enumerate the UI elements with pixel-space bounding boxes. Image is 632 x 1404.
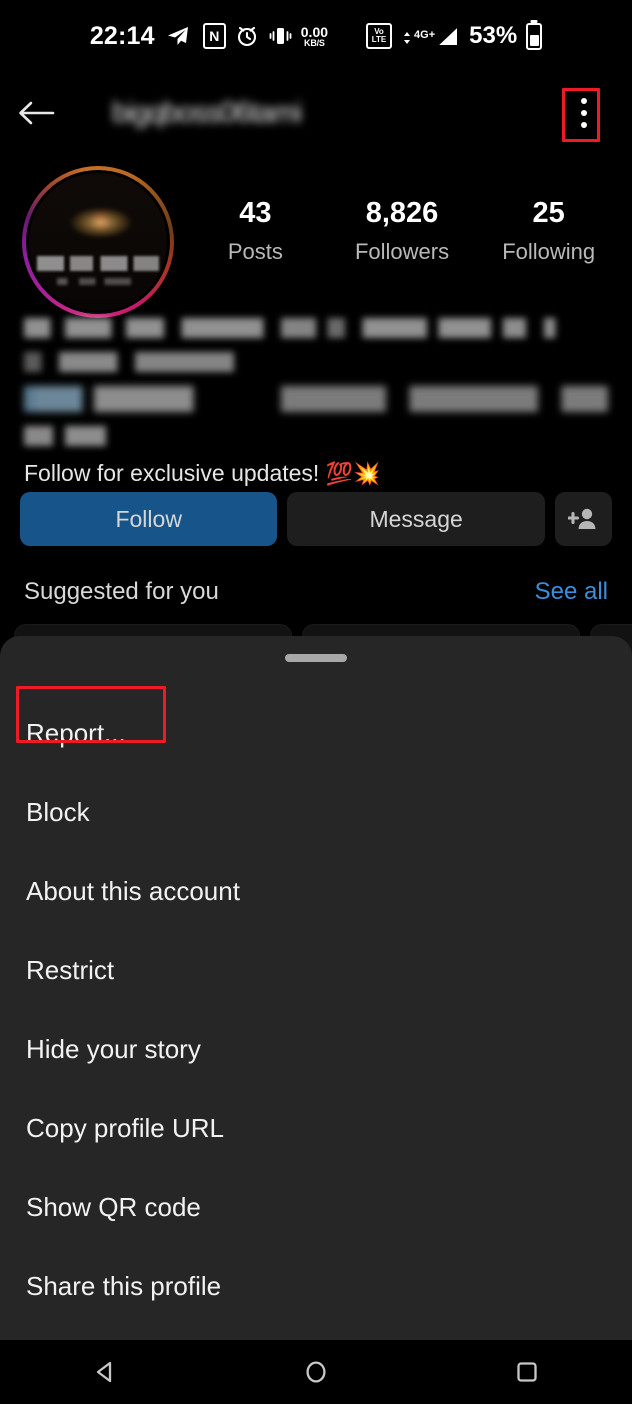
avatar-photo bbox=[29, 173, 167, 311]
vibrate-icon bbox=[268, 25, 292, 47]
status-bar-left-icons: N 0.00 KB/S bbox=[202, 23, 328, 49]
followers-count: 8,826 bbox=[365, 197, 439, 229]
more-dot bbox=[581, 98, 587, 104]
avatar[interactable] bbox=[22, 166, 174, 318]
bio-blurred-line bbox=[24, 318, 608, 338]
profile-bio: Follow for exclusive updates! 💯💥 bbox=[24, 318, 608, 487]
volte-bottom-label: LTE bbox=[371, 35, 387, 44]
profile-stats: 43 Posts 8,826 Followers 25 Following bbox=[182, 197, 622, 265]
see-all-link[interactable]: See all bbox=[535, 578, 608, 606]
avatar-blurred-text bbox=[37, 255, 159, 271]
battery-percent-label: 53% bbox=[469, 22, 518, 49]
telegram-icon bbox=[165, 24, 191, 48]
profile-header: 43 Posts 8,826 Followers 25 Following bbox=[0, 166, 632, 318]
suggested-for-you-title: Suggested for you bbox=[24, 578, 219, 605]
menu-item-block[interactable]: Block bbox=[0, 773, 632, 852]
alarm-icon bbox=[235, 24, 259, 48]
add-person-icon bbox=[568, 508, 596, 529]
menu-item-show-qr-code[interactable]: Show QR code bbox=[0, 1168, 632, 1247]
more-dot bbox=[581, 110, 587, 116]
followers-label: Followers bbox=[354, 238, 450, 264]
following-count: 25 bbox=[532, 197, 565, 229]
volte-icon: Vo LTE bbox=[366, 23, 393, 49]
menu-item-hide-your-story[interactable]: Hide your story bbox=[0, 1010, 632, 1089]
stat-followers[interactable]: 8,826 Followers bbox=[329, 197, 476, 265]
back-button[interactable] bbox=[0, 72, 72, 154]
phone-screen: 22:14 N 0.00 KB/S Vo LTE 4G+ 53% bigqbos… bbox=[0, 0, 632, 1404]
bio-blurred-line bbox=[24, 426, 608, 446]
status-bar: 22:14 N 0.00 KB/S Vo LTE 4G+ 53% bbox=[0, 0, 632, 72]
bottom-sheet-drag-handle[interactable] bbox=[285, 654, 347, 662]
nav-home-circle-icon bbox=[306, 1361, 326, 1383]
nav-home-button[interactable] bbox=[266, 1340, 366, 1404]
nav-recents-square-icon bbox=[516, 1362, 537, 1382]
status-bar-clock: 22:14 bbox=[89, 21, 155, 50]
options-menu-list: Report... Block About this account Restr… bbox=[0, 694, 632, 1326]
more-options-button[interactable] bbox=[552, 72, 616, 154]
data-rate-value: 0.00 bbox=[300, 23, 329, 40]
avatar-image-frame bbox=[26, 170, 170, 314]
stat-following[interactable]: 25 Following bbox=[475, 197, 622, 265]
suggested-for-you-header: Suggested for you See all bbox=[24, 578, 608, 606]
arrow-left-icon bbox=[19, 101, 55, 125]
data-rate-unit: KB/S bbox=[304, 37, 325, 48]
hundred-points-emoji: 💯 bbox=[325, 461, 354, 486]
network-type-label: 4G+ bbox=[414, 28, 436, 41]
signal-strength-icon: 4G+ bbox=[401, 24, 460, 49]
profile-action-buttons: Follow Message bbox=[20, 492, 612, 546]
options-bottom-sheet: Report... Block About this account Restr… bbox=[0, 636, 632, 1340]
menu-item-report[interactable]: Report... bbox=[0, 694, 632, 773]
status-bar-right-icons: Vo LTE 4G+ 53% bbox=[366, 22, 543, 50]
nav-back-button[interactable] bbox=[55, 1340, 155, 1404]
collision-emoji: 💥 bbox=[353, 461, 381, 486]
battery-icon bbox=[526, 22, 543, 50]
profile-username: bigqboss06tami bbox=[112, 96, 302, 129]
follow-button[interactable]: Follow bbox=[20, 492, 278, 546]
data-rate-indicator: 0.00 KB/S bbox=[301, 25, 328, 48]
menu-item-about-this-account[interactable]: About this account bbox=[0, 852, 632, 931]
avatar-blurred-subtext bbox=[56, 277, 132, 285]
android-navigation-bar bbox=[0, 1340, 632, 1404]
menu-item-restrict[interactable]: Restrict bbox=[0, 931, 632, 1010]
message-button[interactable]: Message bbox=[287, 492, 545, 546]
add-person-button[interactable] bbox=[554, 492, 612, 546]
stat-posts[interactable]: 43 Posts bbox=[182, 197, 329, 265]
following-label: Following bbox=[502, 238, 596, 264]
nav-back-triangle-icon bbox=[97, 1361, 112, 1383]
nfc-icon: N bbox=[202, 23, 226, 49]
bio-call-to-action: Follow for exclusive updates! 💯💥 bbox=[24, 460, 608, 487]
posts-label: Posts bbox=[227, 238, 283, 264]
more-dot bbox=[581, 122, 587, 128]
app-bar: bigqboss06tami bbox=[0, 72, 632, 154]
posts-count: 43 bbox=[239, 197, 272, 229]
bio-cta-text: Follow for exclusive updates! bbox=[24, 460, 320, 486]
bio-blurred-line bbox=[24, 386, 608, 412]
bio-blurred-line bbox=[24, 352, 608, 372]
menu-item-share-this-profile[interactable]: Share this profile bbox=[0, 1247, 632, 1326]
nav-recents-button[interactable] bbox=[477, 1340, 577, 1404]
menu-item-copy-profile-url[interactable]: Copy profile URL bbox=[0, 1089, 632, 1168]
